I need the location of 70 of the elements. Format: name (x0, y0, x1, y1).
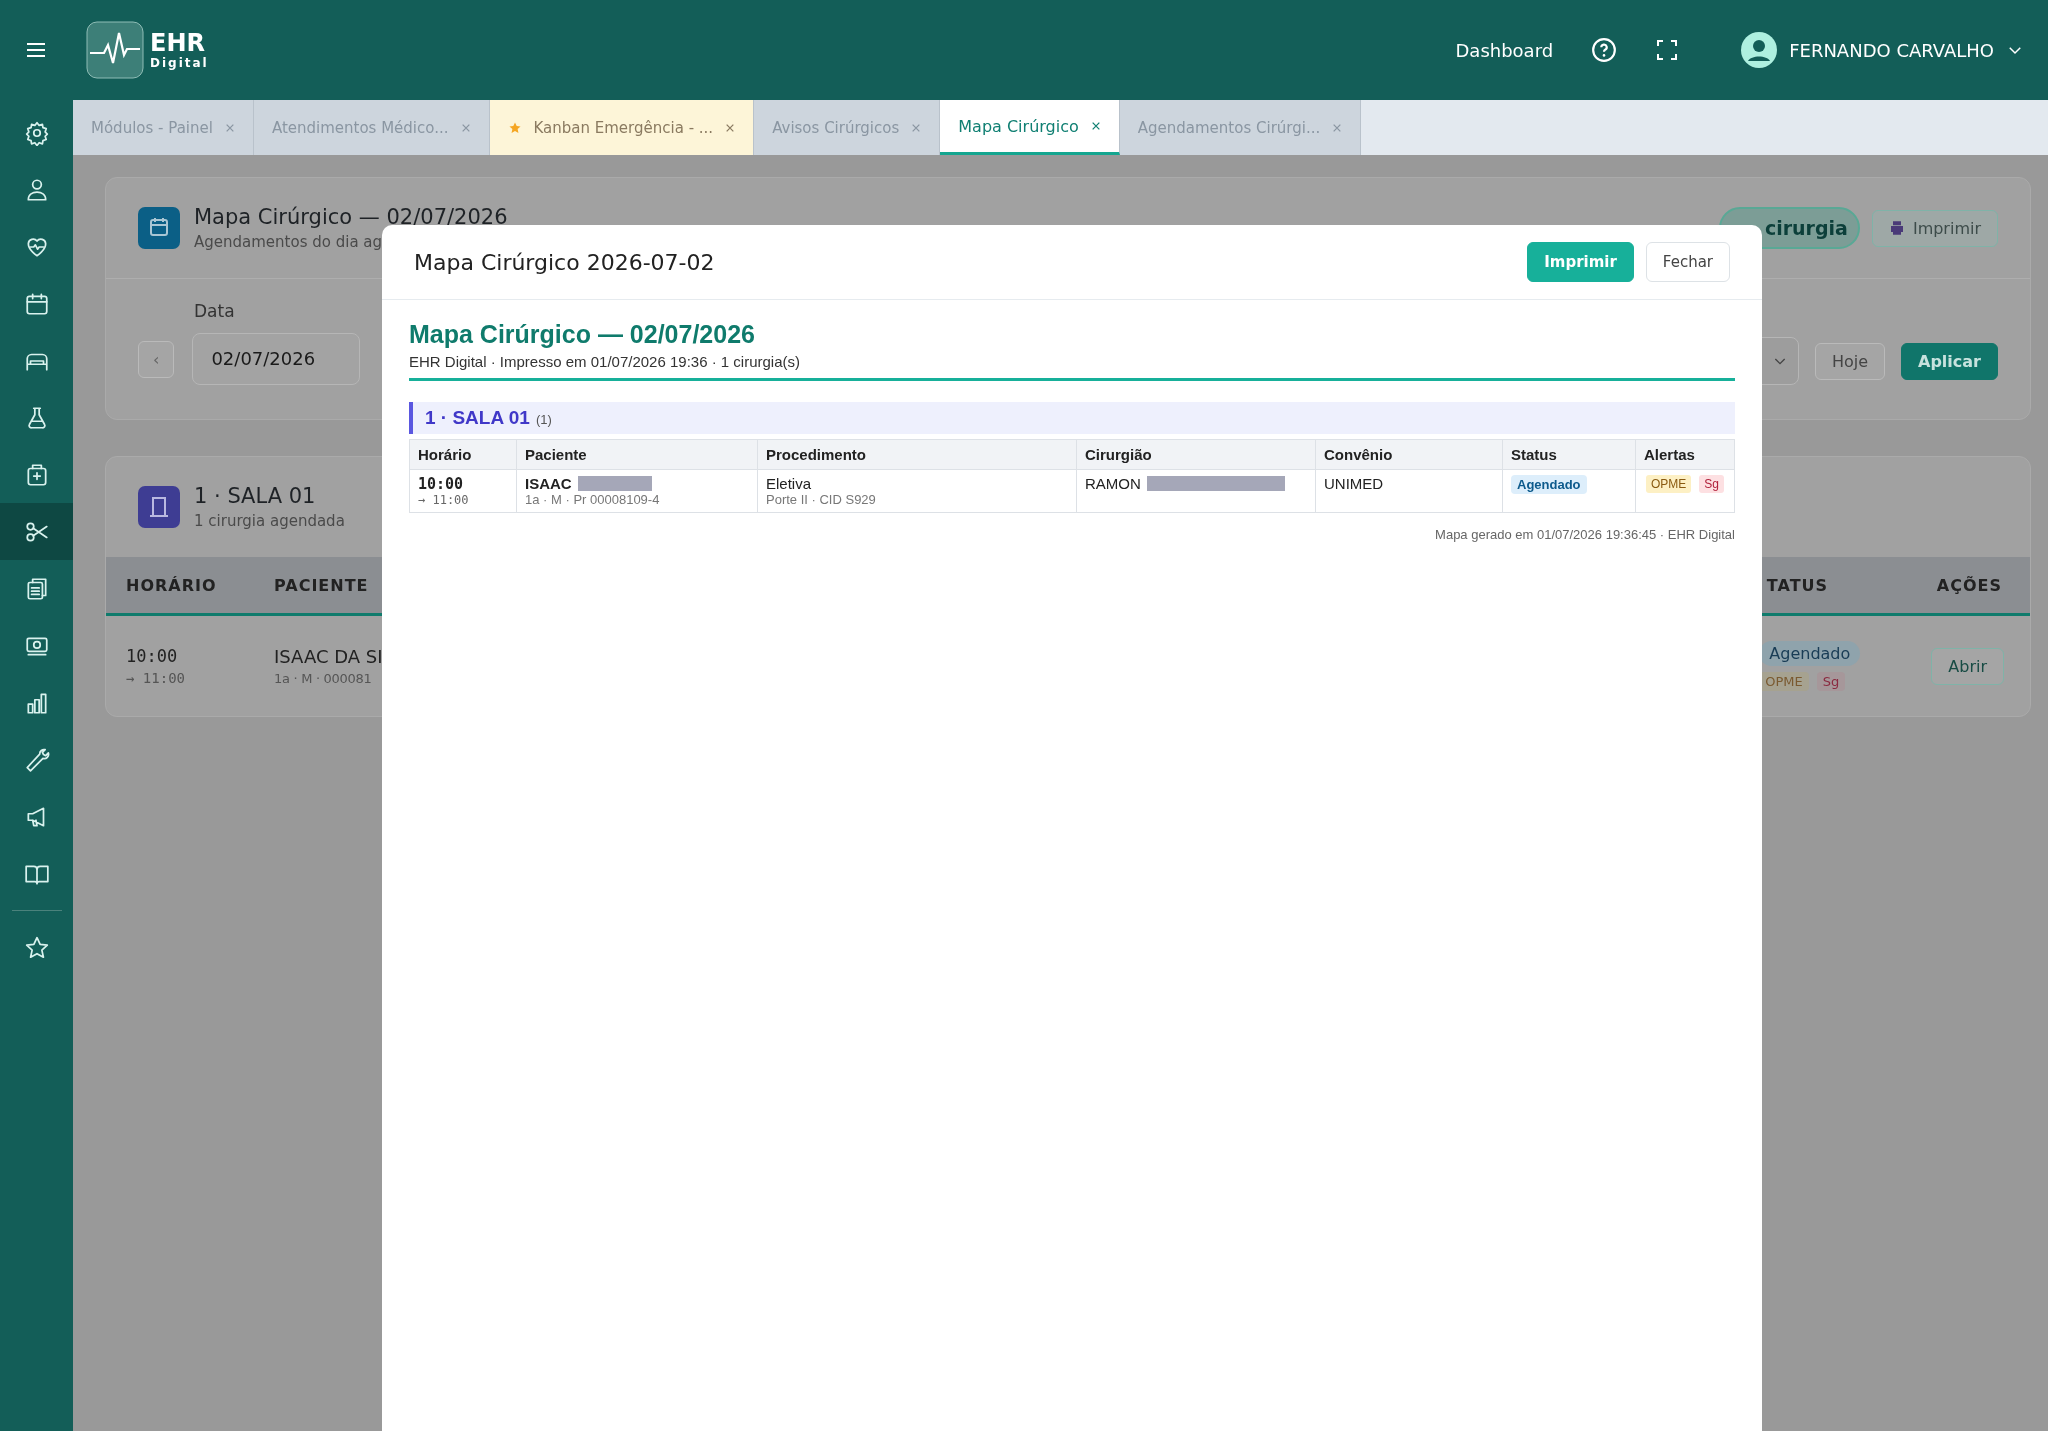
column-header: Cirurgião (1076, 439, 1316, 470)
help-icon[interactable] (1591, 37, 1618, 63)
star-icon (507, 120, 522, 135)
door-icon (138, 486, 180, 528)
status-badge: Agendado (1759, 641, 1861, 666)
column-header: Alertas (1635, 439, 1735, 470)
room-title: 1 · SALA 01 (194, 484, 317, 508)
open-button[interactable]: Abrir (1931, 647, 2004, 685)
gear-icon (23, 119, 50, 146)
end-time: → 11:00 (126, 670, 186, 686)
column-header: TATUS (1766, 575, 1830, 595)
heartbeat-logo-icon (86, 21, 144, 79)
column-header: Convênio (1315, 439, 1503, 470)
column-header: PACIENTE (274, 575, 369, 595)
star-icon (23, 934, 50, 961)
sidebar-item[interactable] (0, 503, 73, 560)
column-header: Procedimento (757, 439, 1077, 470)
report-meta: EHR Digital · Impresso em 01/07/2026 19:36 · 1 cirurgia(s) (409, 353, 801, 370)
today-button[interactable]: Hoje (1814, 342, 1885, 380)
previous-day-button[interactable]: ‹ (138, 340, 175, 378)
time-cell: 10:00 → 11:00 (409, 469, 517, 513)
report-title: Mapa Cirúrgico — 02/07/2026 (409, 320, 756, 349)
printer-icon (1888, 220, 1905, 236)
alert-tag: OPME (1759, 672, 1809, 691)
fullscreen-icon[interactable] (1655, 38, 1680, 62)
room-count: (1) (535, 412, 552, 427)
alert-tag: OPME (1646, 475, 1692, 493)
close-button[interactable]: Fechar (1645, 242, 1730, 282)
alert-tag: Sg (1816, 672, 1846, 691)
report-footer: Mapa gerado em 01/07/2026 19:36:45 · EHR Digital (409, 527, 1735, 542)
insurance-cell: UNIMED (1315, 469, 1503, 513)
start-time: 10:00 (126, 646, 179, 666)
patient-cell: ISAAC 1a · M · Pr 00008109-4 (516, 469, 758, 513)
procedure-cell: Eletiva Porte II · CID S929 (757, 469, 1077, 513)
alert-tag: Sg (1699, 475, 1724, 493)
apply-button[interactable]: Aplicar (1901, 342, 1998, 380)
column-header: AÇÕES (1936, 575, 2002, 595)
close-icon[interactable] (1090, 121, 1101, 131)
tab[interactable]: Agendamentos Cirúrgi... (1119, 100, 1362, 155)
wrench-icon (23, 746, 50, 773)
dashboard-link[interactable]: Dashboard (1455, 39, 1554, 61)
surgeon-cell: RAMON (1076, 469, 1316, 513)
page-title: Mapa Cirúrgico — 02/07/2026 (194, 205, 508, 229)
patient-name: ISAAC DA SI (274, 646, 383, 667)
column-header: Paciente (516, 439, 758, 470)
user-menu[interactable]: FERNANDO CARVALHO (1741, 32, 2024, 68)
avatar-icon (1741, 32, 1778, 68)
column-header: Status (1502, 439, 1636, 470)
room-title: 1 · SALA 01 (425, 407, 530, 429)
date-label: Data (194, 301, 236, 321)
print-button[interactable]: Imprimir (1527, 242, 1634, 282)
page-subtitle: Agendamentos do dia ag (194, 233, 384, 251)
dialog-title: Mapa Cirúrgico 2026-07-02 (414, 249, 715, 275)
tab[interactable]: Módulos - Painel (73, 100, 254, 155)
logo-subtitle: Digital (150, 57, 209, 69)
column-header: HORÁRIO (126, 575, 218, 595)
patient-info: 1a · M · 000081 (274, 671, 373, 686)
tab[interactable]: Avisos Cirúrgicos (754, 100, 941, 155)
calendar-icon (138, 207, 180, 249)
calendar-icon (23, 290, 50, 317)
status-badge: Agendado (1511, 475, 1587, 494)
tab[interactable]: Mapa Cirúrgico (940, 100, 1120, 155)
logo-title: EHR (150, 31, 206, 55)
room-subtitle: 1 cirurgia agendada (194, 512, 345, 530)
print-button[interactable]: Imprimir (1871, 209, 1998, 247)
close-icon[interactable] (725, 122, 736, 133)
tab[interactable]: Atendimentos Médico... (253, 100, 490, 155)
tab[interactable]: Kanban Emergência - ... (489, 100, 755, 155)
date-field[interactable]: 02/07/2026 (192, 333, 361, 385)
column-header: Horário (409, 439, 517, 470)
